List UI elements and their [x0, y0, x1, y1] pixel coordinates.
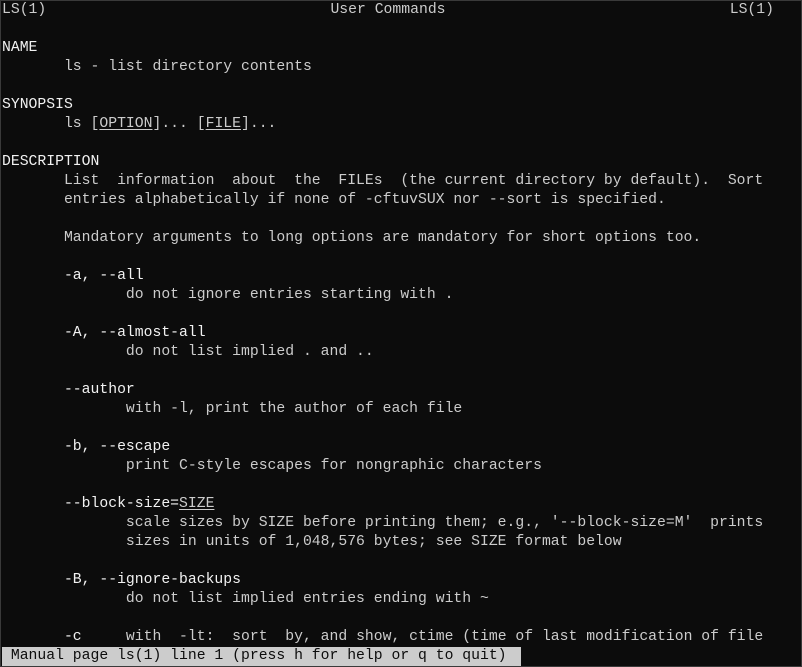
text-line: ls [OPTION]... [FILE]...	[2, 115, 802, 134]
bold-text: -a, --all	[2, 268, 144, 284]
terminal-output[interactable]: LS(1) User Commands LS(1) NAME ls - list…	[2, 1, 802, 647]
text-line: do not ignore entries starting with .	[2, 286, 802, 305]
text-line: -c with -lt: sort by, and show, ctime (t…	[2, 628, 802, 647]
text-line	[2, 248, 802, 267]
bold-text: -c	[2, 629, 82, 645]
text-line: --block-size=SIZE	[2, 495, 802, 514]
text-line	[2, 476, 802, 495]
text-line	[2, 134, 802, 153]
text-line	[2, 20, 802, 39]
text-line: scale sizes by SIZE before printing them…	[2, 514, 802, 533]
text-segment: print C-style escapes for nongraphic cha…	[2, 458, 542, 474]
header-right: LS(1)	[729, 2, 774, 18]
bold-text: DESCRIPTION	[2, 154, 100, 170]
text-line	[2, 552, 802, 571]
text-line: do not list implied . and ..	[2, 343, 802, 362]
text-line	[2, 77, 802, 96]
text-line: -B, --ignore-backups	[2, 571, 802, 590]
text-segment: ]... [	[152, 116, 206, 132]
underlined-argument: SIZE	[179, 496, 215, 512]
text-segment: ]...	[241, 116, 277, 132]
text-segment: scale sizes by SIZE before printing them…	[2, 515, 764, 531]
text-segment: entries alphabetically if none of -cftuv…	[2, 192, 666, 208]
text-line: List information about the FILEs (the cu…	[2, 172, 802, 191]
text-segment: List information about the FILEs (the cu…	[2, 173, 764, 189]
underlined-argument: FILE	[205, 116, 241, 132]
text-segment: with -l, print the author of each file	[2, 401, 463, 417]
text-line	[2, 609, 802, 628]
bold-text: NAME	[2, 40, 38, 56]
bold-text: -A, --almost-all	[2, 325, 206, 341]
text-line: -b, --escape	[2, 438, 802, 457]
text-line: sizes in units of 1,048,576 bytes; see S…	[2, 533, 802, 552]
text-line: DESCRIPTION	[2, 153, 802, 172]
man-header: LS(1) User Commands LS(1)	[2, 1, 774, 20]
text-line: SYNOPSIS	[2, 96, 802, 115]
text-segment: Mandatory arguments to long options are …	[2, 230, 702, 246]
text-segment: ls - list directory contents	[2, 59, 312, 75]
bold-text: SYNOPSIS	[2, 97, 73, 113]
text-line: print C-style escapes for nongraphic cha…	[2, 457, 802, 476]
header-left: LS(1)	[2, 2, 47, 18]
underlined-argument: OPTION	[99, 116, 153, 132]
text-segment: do not ignore entries starting with .	[2, 287, 454, 303]
text-line: do not list implied entries ending with …	[2, 590, 802, 609]
header-center: User Commands	[330, 2, 446, 18]
text-line	[2, 305, 802, 324]
text-line	[2, 362, 802, 381]
bold-text: --author	[2, 382, 135, 398]
pager-status-bar: Manual page ls(1) line 1 (press h for he…	[2, 647, 521, 666]
text-segment: do not list implied entries ending with …	[2, 591, 489, 607]
text-line	[2, 210, 802, 229]
man-page-body: NAME ls - list directory contents SYNOPSI…	[2, 20, 802, 647]
text-line: Mandatory arguments to long options are …	[2, 229, 802, 248]
bold-text: -B, --ignore-backups	[2, 572, 241, 588]
bold-text: -b, --escape	[2, 439, 171, 455]
text-segment: do not list implied . and ..	[2, 344, 374, 360]
text-line: entries alphabetically if none of -cftuv…	[2, 191, 802, 210]
text-segment: ls [	[2, 116, 100, 132]
text-line	[2, 419, 802, 438]
text-line: -A, --almost-all	[2, 324, 802, 343]
bold-text: --block-size=	[2, 496, 180, 512]
text-line: -a, --all	[2, 267, 802, 286]
text-line: with -l, print the author of each file	[2, 400, 802, 419]
text-line: ls - list directory contents	[2, 58, 802, 77]
text-segment: with -lt: sort by, and show, ctime (time…	[81, 629, 764, 645]
text-line: NAME	[2, 39, 802, 58]
text-line: --author	[2, 381, 802, 400]
text-segment: sizes in units of 1,048,576 bytes; see S…	[2, 534, 622, 550]
